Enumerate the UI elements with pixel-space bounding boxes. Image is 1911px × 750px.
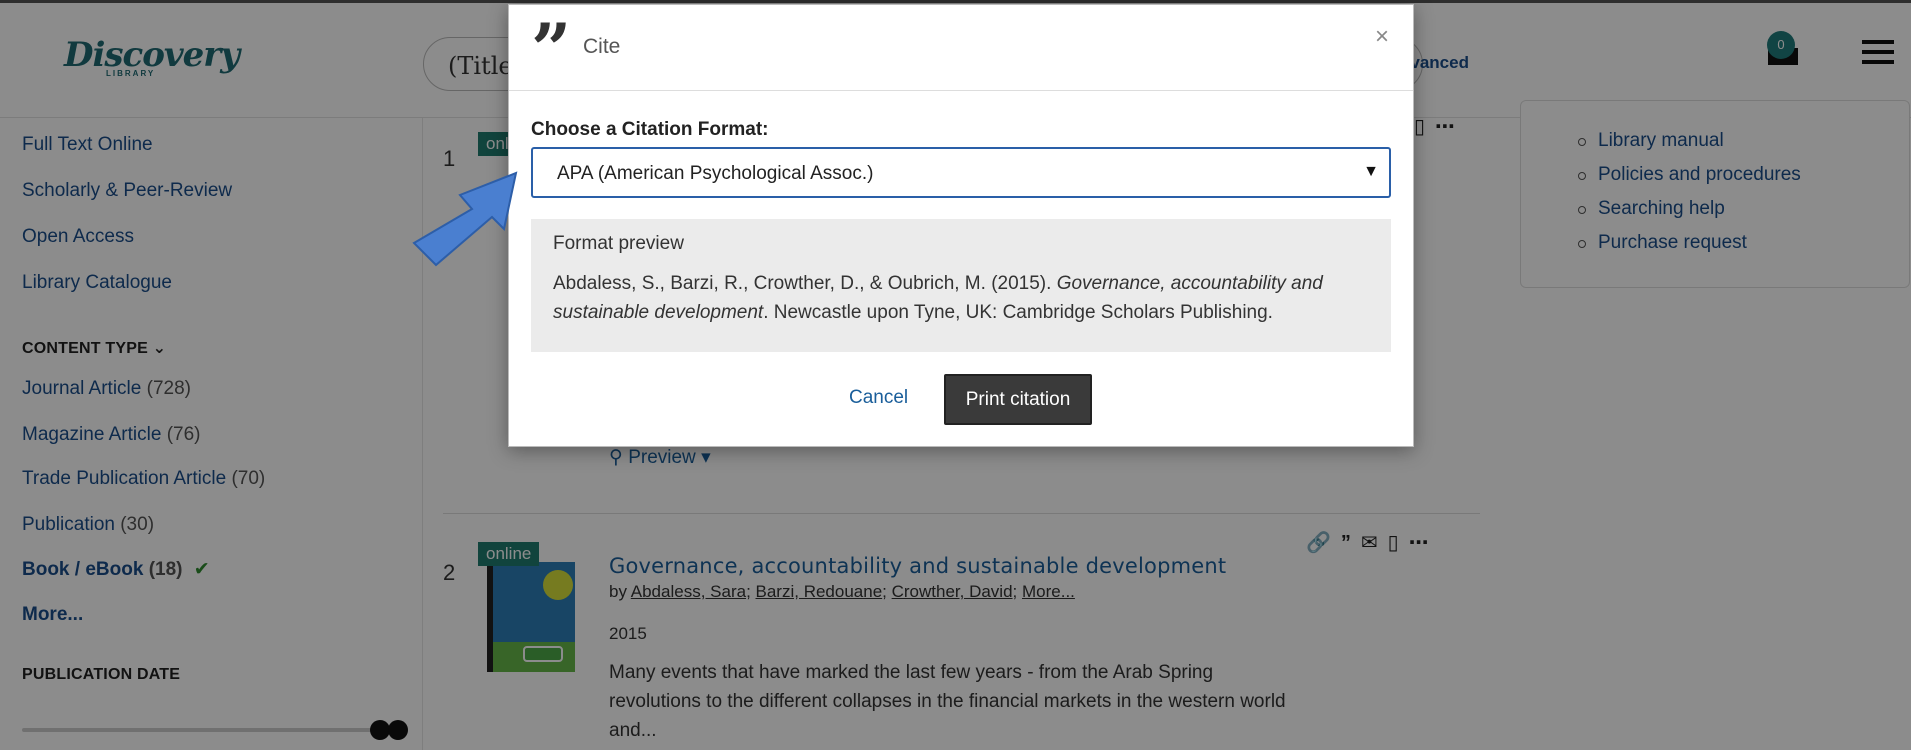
citation-publisher: . Newcastle upon Tyne, UK: Cambridge Sch… — [763, 302, 1273, 323]
format-preview-panel: Format preview Abdaless, S., Barzi, R., … — [531, 219, 1391, 352]
print-citation-button[interactable]: Print citation — [944, 374, 1092, 425]
citation-format-value: APA (American Psychological Assoc.) — [557, 163, 874, 184]
citation-preview-text: Abdaless, S., Barzi, R., Crowther, D., &… — [553, 269, 1373, 327]
quote-icon: ” — [531, 8, 572, 91]
pointer-arrow-icon — [412, 171, 518, 267]
close-icon[interactable]: × — [1375, 23, 1389, 51]
caret-down-icon: ▼ — [1363, 163, 1379, 180]
cite-dialog: ” Cite × Choose a Citation Format: APA (… — [508, 4, 1414, 447]
citation-authors-year: Abdaless, S., Barzi, R., Crowther, D., &… — [553, 273, 1057, 294]
cancel-button[interactable]: Cancel — [849, 387, 908, 409]
format-preview-heading: Format preview — [553, 233, 684, 254]
citation-format-select[interactable]: APA (American Psychological Assoc.) ▼ — [531, 147, 1391, 198]
cite-dialog-title: Cite — [583, 35, 621, 58]
citation-format-label: Choose a Citation Format: — [531, 119, 769, 140]
cite-dialog-header: ” Cite × — [509, 5, 1413, 91]
